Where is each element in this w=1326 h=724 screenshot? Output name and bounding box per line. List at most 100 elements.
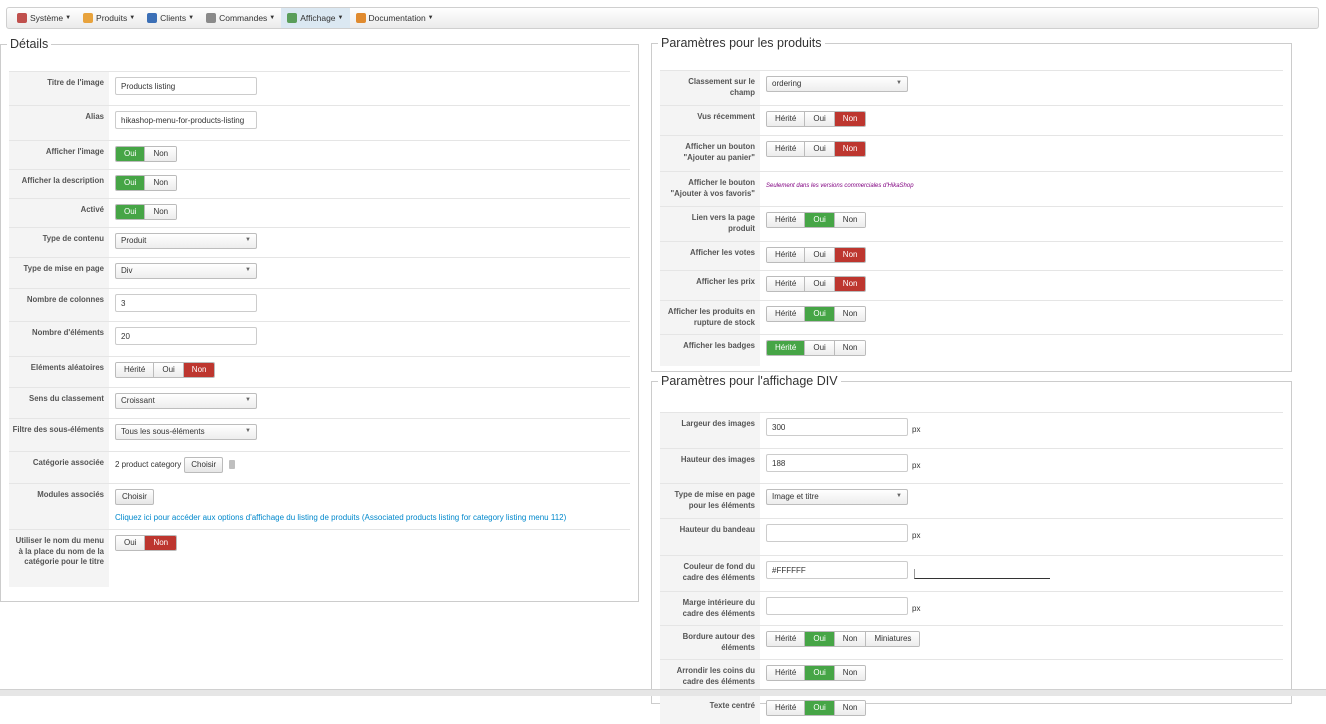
menu-affichage[interactable]: Affichage ▼	[281, 8, 350, 28]
non-option[interactable]: Non	[833, 701, 866, 715]
texte-centre-toggle: Hérité Oui Non	[766, 700, 867, 716]
classement-select[interactable]: ordering ▼	[766, 76, 908, 92]
row-texte-centre: Texte centré Hérité Oui Non	[660, 694, 1283, 724]
row-aleatoires: Eléments aléatoires Hérité Oui Non	[9, 356, 630, 387]
non-option[interactable]: Non	[144, 205, 177, 219]
non-option[interactable]: Non	[833, 341, 866, 355]
row-marge: Marge intérieure du cadre des éléments p…	[660, 591, 1283, 625]
chevron-down-icon: ▼	[245, 428, 251, 434]
menu-systeme[interactable]: Système ▼	[11, 8, 77, 28]
herite-option[interactable]: Hérité	[767, 112, 805, 126]
oui-option[interactable]: Oui	[153, 363, 183, 377]
herite-option[interactable]: Hérité	[767, 666, 805, 680]
oui-option[interactable]: Oui	[804, 307, 834, 321]
badges-toggle: Hérité Oui Non	[766, 340, 867, 356]
non-option[interactable]: Non	[833, 142, 866, 156]
herite-option[interactable]: Hérité	[116, 363, 154, 377]
utiliser-nom-toggle: Oui Non	[115, 535, 178, 551]
row-vus: Vus récemment Hérité Oui Non	[660, 105, 1283, 135]
sens-classement-select[interactable]: Croissant ▼	[115, 393, 257, 409]
herite-option[interactable]: Hérité	[767, 341, 805, 355]
favoris-note: Seulement dans les versions commerciales…	[766, 183, 914, 189]
oui-option[interactable]: Oui	[804, 701, 834, 715]
modules-link[interactable]: Cliquez ici pour accéder aux options d'a…	[115, 513, 608, 522]
vus-toggle: Hérité Oui Non	[766, 111, 867, 127]
alias-input[interactable]	[115, 111, 257, 129]
herite-option[interactable]: Hérité	[767, 307, 805, 321]
row-nb-elements: Nombre d'éléments	[9, 321, 630, 356]
menu-clients[interactable]: Clients ▼	[141, 8, 200, 28]
largeur-images-input[interactable]	[766, 418, 908, 436]
non-option[interactable]: Non	[144, 176, 177, 190]
non-option[interactable]: Non	[144, 536, 177, 550]
herite-option[interactable]: Hérité	[767, 632, 805, 646]
non-option[interactable]: Non	[182, 363, 215, 377]
row-bandeau: Hauteur du bandeau px	[660, 518, 1283, 555]
herite-option[interactable]: Hérité	[767, 213, 805, 227]
horizontal-scrollbar[interactable]	[0, 689, 1326, 696]
row-votes: Afficher les votes Hérité Oui Non	[660, 241, 1283, 270]
choisir-button[interactable]: Choisir	[184, 457, 224, 473]
ajouter-panier-toggle: Hérité Oui Non	[766, 141, 867, 157]
menu-commandes[interactable]: Commandes ▼	[200, 8, 281, 28]
oui-option[interactable]: Oui	[116, 205, 145, 219]
div-fieldset: Paramètres pour l'affichage DIV Largeur …	[651, 374, 1292, 724]
oui-option[interactable]: Oui	[116, 176, 145, 190]
type-mise-select[interactable]: Div ▼	[115, 263, 257, 279]
type-mise-elements-select[interactable]: Image et titre ▼	[766, 489, 908, 505]
px-unit: px	[912, 461, 921, 470]
oui-option[interactable]: Oui	[804, 248, 834, 262]
non-option[interactable]: Non	[833, 632, 866, 646]
row-couleur: Couleur de fond du cadre des éléments	[660, 555, 1283, 591]
row-utiliser: Utiliser le nom du menu à la place du no…	[9, 529, 630, 587]
chevron-down-icon: ▼	[245, 237, 251, 243]
non-option[interactable]: Non	[833, 112, 866, 126]
non-option[interactable]: Non	[833, 307, 866, 321]
main-menu: Système ▼ Produits ▼ Clients ▼ Commandes ▼ A…	[7, 8, 1318, 28]
color-preview[interactable]	[914, 569, 1050, 579]
trash-icon[interactable]	[229, 460, 236, 469]
non-option[interactable]: Non	[833, 277, 866, 291]
modules-choisir-button[interactable]: Choisir	[115, 489, 154, 505]
menu-documentation[interactable]: Documentation ▼	[350, 8, 440, 28]
row-rupture: Afficher les produits en rupture de stoc…	[660, 300, 1283, 334]
arrondir-toggle: Hérité Oui Non	[766, 665, 867, 681]
afficher-description-toggle: Oui Non	[115, 175, 178, 191]
bordure-toggle: Hérité Oui Non Miniatures	[766, 631, 921, 647]
details-legend: Détails	[10, 37, 49, 51]
couleur-fond-input[interactable]	[766, 561, 908, 579]
herite-option[interactable]: Hérité	[767, 277, 805, 291]
chevron-down-icon: ▼	[896, 493, 902, 499]
row-ajouter-favoris: Afficher le bouton "Ajouter à vos favori…	[660, 171, 1283, 206]
herite-option[interactable]: Hérité	[767, 248, 805, 262]
nb-elements-input[interactable]	[115, 327, 257, 345]
non-option[interactable]: Non	[833, 666, 866, 680]
oui-option[interactable]: Oui	[804, 213, 834, 227]
non-option[interactable]: Non	[833, 248, 866, 262]
herite-option[interactable]: Hérité	[767, 142, 805, 156]
oui-option[interactable]: Oui	[804, 632, 834, 646]
marge-interieure-input[interactable]	[766, 597, 908, 615]
oui-option[interactable]: Oui	[804, 666, 834, 680]
active-toggle: Oui Non	[115, 204, 178, 220]
oui-option[interactable]: Oui	[116, 147, 145, 161]
oui-option[interactable]: Oui	[804, 341, 834, 355]
book-icon	[355, 13, 366, 23]
oui-option[interactable]: Oui	[116, 536, 145, 550]
herite-option[interactable]: Hérité	[767, 701, 805, 715]
oui-option[interactable]: Oui	[804, 142, 834, 156]
filtre-select[interactable]: Tous les sous-éléments ▼	[115, 424, 257, 440]
non-option[interactable]: Non	[833, 213, 866, 227]
row-type-contenu: Type de contenu Produit ▼	[9, 227, 630, 257]
titre-image-input[interactable]	[115, 77, 257, 95]
hauteur-images-input[interactable]	[766, 454, 908, 472]
nb-colonnes-input[interactable]	[115, 294, 257, 312]
details-fieldset: Détails Titre de l'image Alias Afficher …	[0, 37, 639, 602]
hauteur-bandeau-input[interactable]	[766, 524, 908, 542]
non-option[interactable]: Non	[144, 147, 177, 161]
menu-produits[interactable]: Produits ▼	[77, 8, 141, 28]
oui-option[interactable]: Oui	[804, 112, 834, 126]
oui-option[interactable]: Oui	[804, 277, 834, 291]
type-contenu-select[interactable]: Produit ▼	[115, 233, 257, 249]
miniatures-option[interactable]: Miniatures	[865, 632, 920, 646]
